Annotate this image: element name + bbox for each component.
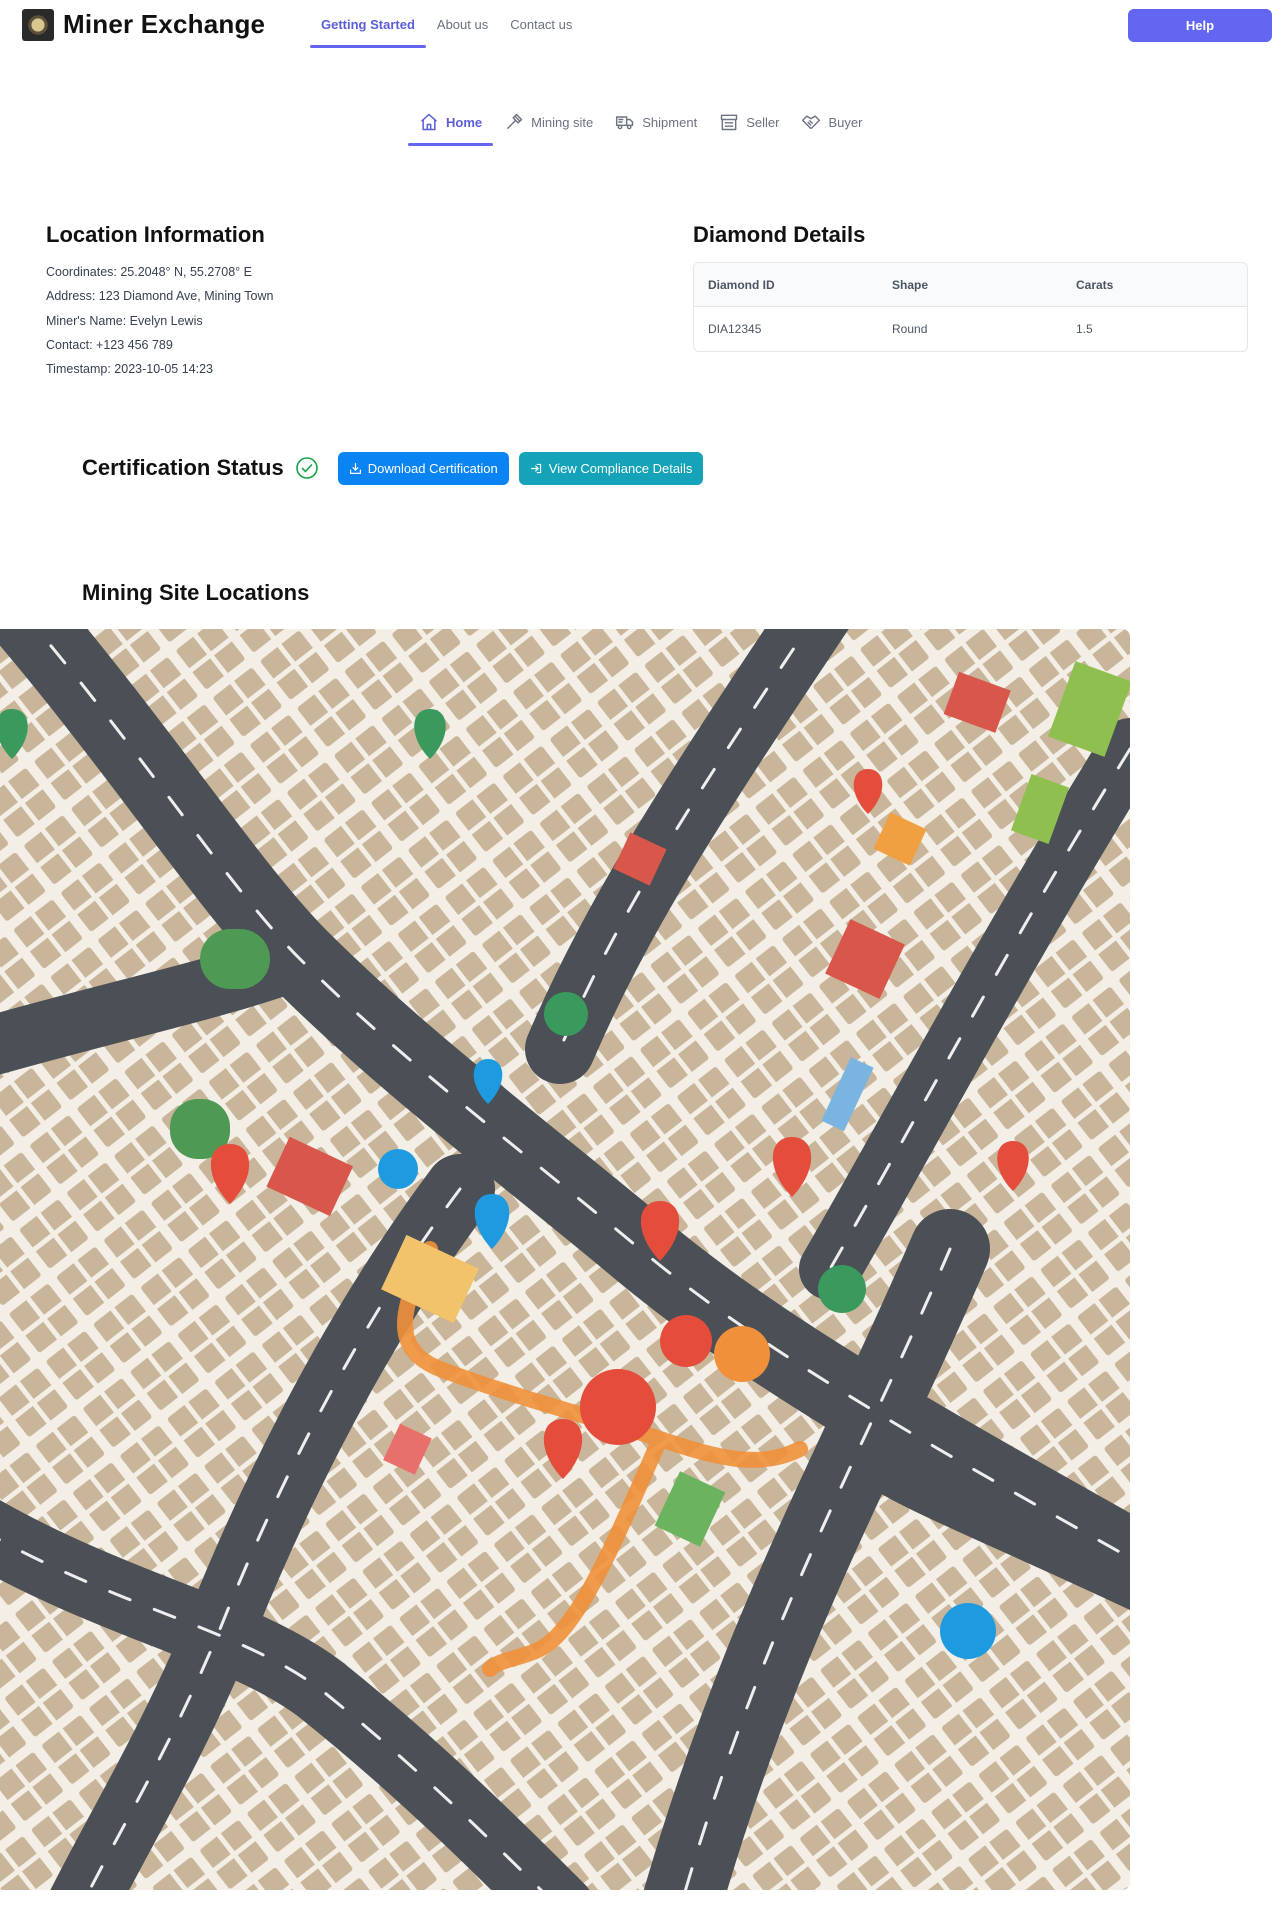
tab-home-label: Home bbox=[446, 114, 483, 130]
table-header-row: Diamond ID Shape Carats bbox=[694, 263, 1247, 307]
section-tabs: Home Mining site Shipment Seller Buyer bbox=[408, 104, 873, 146]
download-icon bbox=[349, 462, 361, 474]
download-certification-button[interactable]: Download Certification bbox=[337, 451, 509, 485]
tab-seller-label: Seller bbox=[746, 114, 780, 130]
nav-about-us[interactable]: About us bbox=[426, 0, 499, 50]
view-compliance-label: View Compliance Details bbox=[548, 460, 693, 476]
location-coordinates: Coordinates: 25.2048° N, 55.2708° E bbox=[46, 265, 252, 279]
location-timestamp: Timestamp: 2023-10-05 14:23 bbox=[46, 362, 213, 377]
store-icon bbox=[720, 114, 738, 131]
location-contact: Contact: +123 456 789 bbox=[46, 337, 173, 352]
top-nav: Getting Started About us Contact us bbox=[310, 0, 583, 50]
tab-home[interactable]: Home bbox=[408, 104, 494, 146]
cell-shape: Round bbox=[892, 322, 928, 336]
cell-diamond-id: DIA12345 bbox=[708, 322, 762, 336]
tab-shipment[interactable]: Shipment bbox=[604, 104, 708, 140]
column-header-carats: Carats bbox=[1076, 277, 1114, 292]
column-header-shape: Shape bbox=[892, 277, 929, 292]
nav-contact-us[interactable]: Contact us bbox=[499, 0, 583, 50]
hammer-icon bbox=[506, 113, 523, 130]
header: Miner Exchange Getting Started About us … bbox=[0, 0, 1285, 52]
location-miner-name: Miner's Name: Evelyn Lewis bbox=[46, 313, 203, 328]
tab-buyer[interactable]: Buyer bbox=[790, 104, 873, 140]
map-image bbox=[0, 629, 1130, 1890]
handshake-icon bbox=[802, 115, 821, 129]
map-title: Mining Site Locations bbox=[82, 580, 310, 605]
diamond-details: Diamond Details Diamond ID Shape Carats … bbox=[693, 222, 1248, 352]
tab-shipment-label: Shipment bbox=[642, 114, 698, 130]
location-address: Address: 123 Diamond Ave, Mining Town bbox=[46, 289, 274, 304]
tab-mining-site[interactable]: Mining site bbox=[493, 104, 604, 140]
home-icon bbox=[421, 113, 437, 131]
diamond-table: Diamond ID Shape Carats DIA12345 Round 1… bbox=[693, 262, 1248, 352]
tab-mining-site-label: Mining site bbox=[531, 114, 594, 130]
table-row: DIA12345 Round 1.5 bbox=[694, 307, 1247, 351]
column-header-diamond-id: Diamond ID bbox=[708, 277, 775, 292]
tab-seller[interactable]: Seller bbox=[708, 104, 790, 140]
login-icon bbox=[530, 463, 541, 473]
nav-getting-started[interactable]: Getting Started bbox=[310, 0, 426, 50]
view-compliance-button[interactable]: View Compliance Details bbox=[518, 451, 704, 485]
mining-site-map[interactable] bbox=[0, 629, 1130, 1890]
check-circle-icon bbox=[295, 457, 318, 479]
brand-name[interactable]: Miner Exchange bbox=[63, 9, 265, 40]
logo[interactable] bbox=[22, 9, 54, 41]
help-button[interactable]: Help bbox=[1128, 9, 1272, 42]
diamond-title: Diamond Details bbox=[693, 222, 866, 247]
tab-buyer-label: Buyer bbox=[828, 114, 863, 130]
certification-status: Certification Status Download Certificat… bbox=[82, 451, 704, 485]
cell-carats: 1.5 bbox=[1076, 322, 1093, 336]
download-certification-label: Download Certification bbox=[367, 460, 498, 476]
location-list: Coordinates: 25.2048° N, 55.2708° E Addr… bbox=[46, 260, 546, 381]
location-title: Location Information bbox=[46, 222, 265, 247]
certification-title: Certification Status bbox=[82, 455, 284, 480]
truck-icon bbox=[616, 116, 634, 130]
location-information: Location Information Coordinates: 25.204… bbox=[46, 222, 546, 381]
